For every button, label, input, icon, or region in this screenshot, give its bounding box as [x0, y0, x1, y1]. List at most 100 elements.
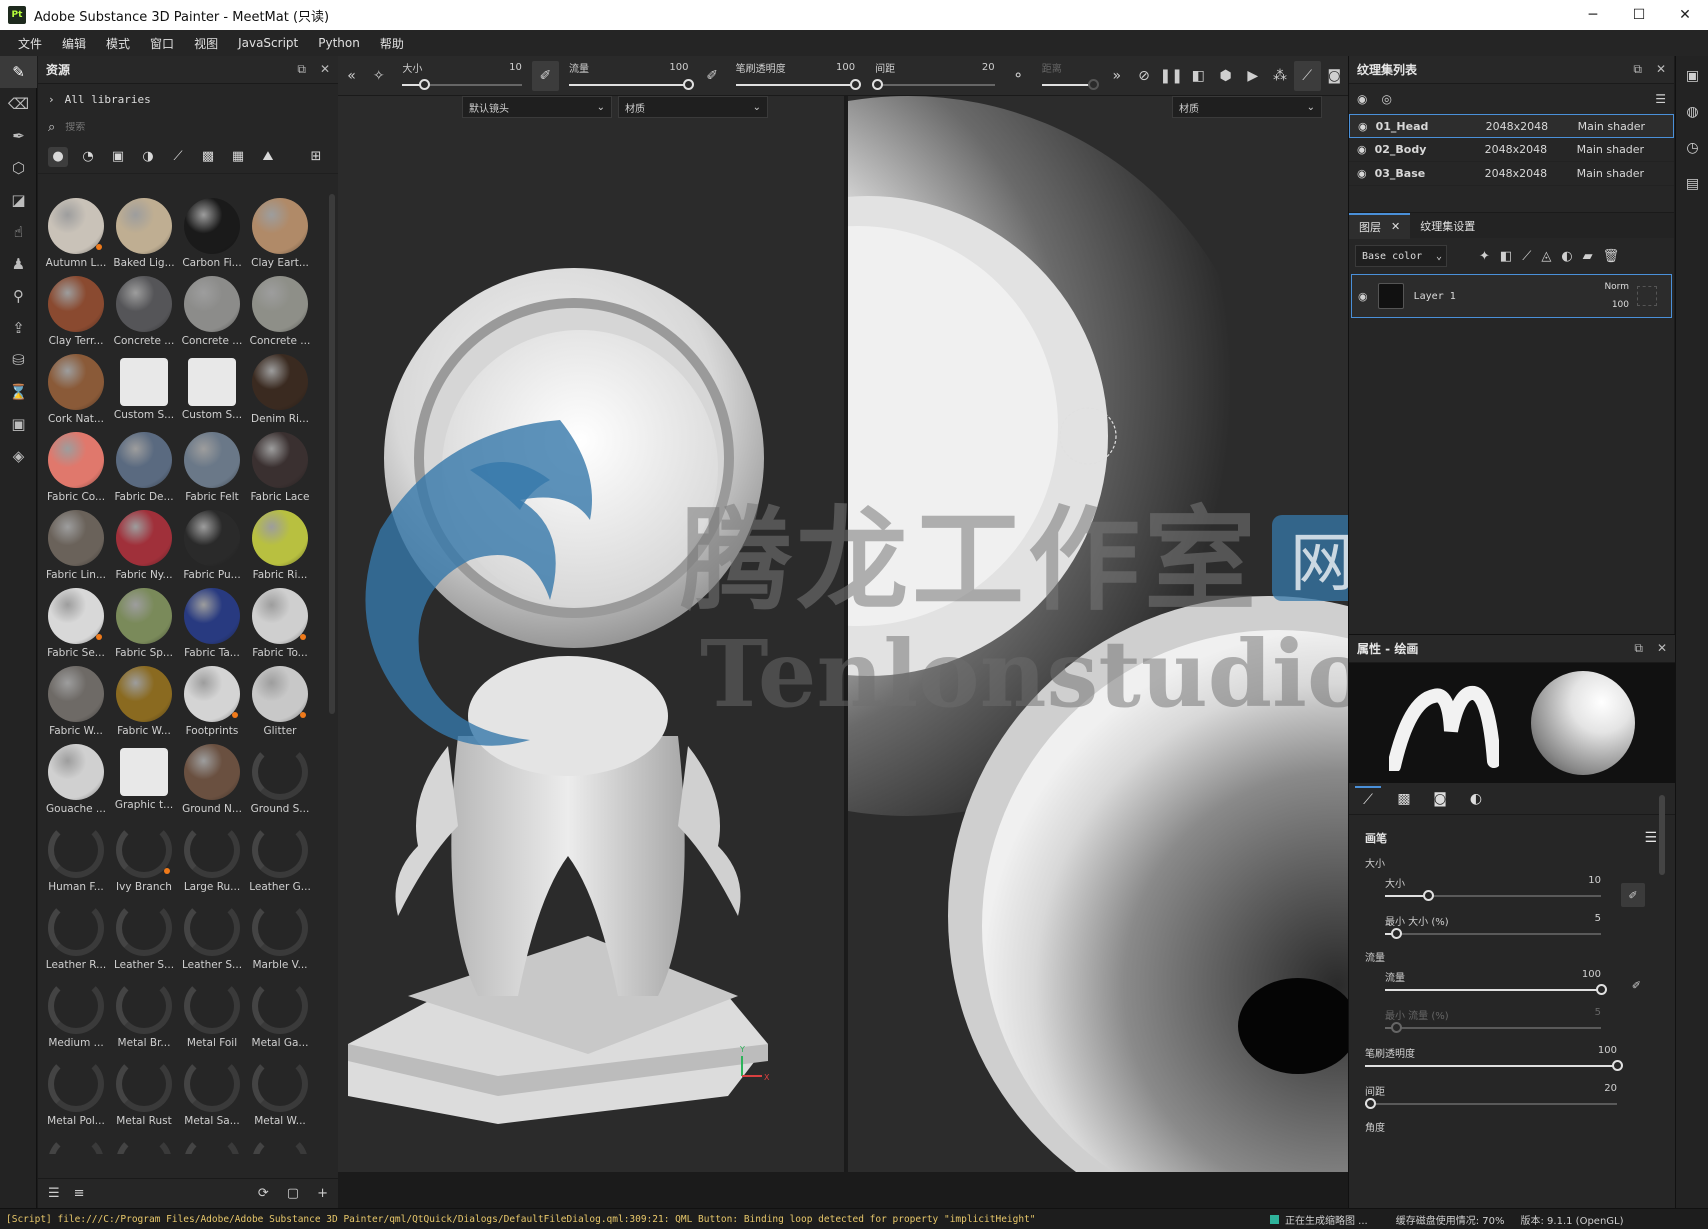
- clone-stamp-icon[interactable]: ♟: [0, 248, 37, 280]
- tab-layers[interactable]: 图层 ✕: [1349, 212, 1411, 239]
- toolbar-distance-slider[interactable]: 距离: [1038, 58, 1100, 94]
- asset-item[interactable]: Fabric Felt: [178, 428, 246, 506]
- asset-item[interactable]: Human F...: [42, 818, 110, 896]
- textures-filter-icon[interactable]: ▦: [228, 147, 248, 167]
- add-paint-layer-icon[interactable]: ⟋: [1522, 249, 1531, 264]
- asset-item[interactable]: Leather S...: [178, 896, 246, 974]
- layer-name[interactable]: Layer 1: [1414, 291, 1456, 302]
- menu-javascript[interactable]: JavaScript: [228, 36, 308, 50]
- texture-set-row[interactable]: ◉ 02_Body 2048x2048 Main shader: [1349, 138, 1674, 162]
- alpha-tab-icon[interactable]: ▩: [1391, 786, 1417, 812]
- asset-item[interactable]: Carbon Fi...: [178, 194, 246, 272]
- layer-mask-slot[interactable]: [1637, 286, 1657, 306]
- asset-item[interactable]: Cork Nat...: [42, 350, 110, 428]
- eye-icon[interactable]: ◉: [1357, 167, 1367, 180]
- smart-materials-filter-icon[interactable]: ◔: [78, 147, 98, 167]
- asset-item[interactable]: Fabric Lace: [246, 428, 314, 506]
- viewport-3d[interactable]: 默认镜头 ⌄ 材质 ⌄ Y X: [338, 96, 846, 1172]
- toolbar-opacity-slider[interactable]: 笔刷透明度 100: [732, 58, 862, 94]
- texture-set-shader[interactable]: Main shader: [1577, 143, 1644, 156]
- library-selector[interactable]: All libraries: [65, 93, 151, 106]
- asset-item[interactable]: Leather G...: [246, 818, 314, 896]
- masks-filter-icon[interactable]: ▣: [108, 147, 128, 167]
- grid-view-icon[interactable]: ⊞: [306, 147, 326, 167]
- brush-spacing-slider[interactable]: 间距 20: [1365, 1079, 1637, 1117]
- asset-item[interactable]: Glitter: [246, 662, 314, 740]
- texture-set-row[interactable]: ◉ 01_Head 2048x2048 Main shader: [1349, 114, 1674, 138]
- texture-set-row[interactable]: ◉ 03_Base 2048x2048 Main shader: [1349, 162, 1674, 186]
- visibility-all-icon[interactable]: ◉: [1357, 92, 1367, 106]
- layer-visibility-icon[interactable]: ◉: [1358, 290, 1368, 303]
- close-panel-icon[interactable]: ✕: [1657, 641, 1667, 656]
- asset-item[interactable]: Marble V...: [246, 896, 314, 974]
- smart-masks-filter-icon[interactable]: ◑: [138, 147, 158, 167]
- tab-texture-set-settings[interactable]: 纹理集设置: [1410, 213, 1485, 239]
- add-icon[interactable]: +: [317, 1186, 328, 1201]
- chevron-right-icon[interactable]: ›: [48, 93, 55, 106]
- collapse-left-icon[interactable]: «: [338, 61, 365, 91]
- brush-presets-icon[interactable]: ✧: [365, 61, 392, 91]
- asset-item[interactable]: Clay Eart...: [246, 194, 314, 272]
- environments-filter-icon[interactable]: ⛰: [258, 147, 278, 167]
- right-channel-dropdown[interactable]: 材质 ⌄: [1172, 96, 1322, 118]
- polygon-fill-icon[interactable]: ◪: [0, 184, 37, 216]
- toolbar-size-slider[interactable]: 大小 10: [398, 58, 525, 94]
- texture-set-shader[interactable]: Main shader: [1578, 120, 1645, 133]
- asset-item[interactable]: Metal Ga...: [246, 974, 314, 1052]
- asset-item[interactable]: Fabric Ri...: [246, 506, 314, 584]
- asset-item[interactable]: Fabric De...: [110, 428, 178, 506]
- asset-item[interactable]: Fabric To...: [246, 584, 314, 662]
- brush-mode-icon[interactable]: ⟋: [1293, 60, 1321, 91]
- asset-item[interactable]: Large Ru...: [178, 818, 246, 896]
- new-folder-icon[interactable]: ▢: [287, 1186, 299, 1201]
- close-tab-icon[interactable]: ✕: [1391, 220, 1400, 233]
- asset-item[interactable]: Metal W...: [246, 1052, 314, 1130]
- refresh-icon[interactable]: ⟳: [258, 1186, 269, 1201]
- toolbar-spacing-slider[interactable]: 间距 20: [871, 58, 998, 94]
- eye-icon[interactable]: ◎: [1381, 92, 1391, 106]
- menu-python[interactable]: Python: [308, 36, 370, 50]
- asset-item[interactable]: Fabric Se...: [42, 584, 110, 662]
- asset-item[interactable]: Autumn L...: [42, 194, 110, 272]
- menu-icon[interactable]: ☰: [1655, 92, 1666, 106]
- texture-sets-icon[interactable]: ◈: [0, 440, 37, 472]
- asset-item[interactable]: [246, 1130, 314, 1154]
- shader-settings-icon[interactable]: ◍: [1676, 96, 1708, 128]
- alphas-filter-icon[interactable]: ▩: [198, 147, 218, 167]
- menu-file[interactable]: 文件: [8, 35, 52, 52]
- export-icon[interactable]: ⇪: [0, 312, 37, 344]
- layer-opacity[interactable]: 100: [1604, 296, 1629, 314]
- add-smart-layer-icon[interactable]: ◐: [1561, 249, 1572, 264]
- stencil-tab-icon[interactable]: ◙: [1427, 786, 1453, 812]
- minimize-button[interactable]: ─: [1570, 0, 1616, 30]
- brush-size-slider[interactable]: 大小 10 ✐: [1385, 871, 1645, 909]
- asset-item[interactable]: Ground N...: [178, 740, 246, 818]
- add-folder-icon[interactable]: ▰: [1583, 249, 1593, 264]
- menu-icon[interactable]: ☰: [1644, 830, 1657, 846]
- menu-view[interactable]: 视图: [184, 35, 228, 52]
- projection-icon[interactable]: ✒: [0, 120, 37, 152]
- asset-item[interactable]: Medium ...: [42, 974, 110, 1052]
- asset-item[interactable]: Fabric W...: [42, 662, 110, 740]
- channel-dropdown[interactable]: Base color ⌄: [1355, 245, 1447, 267]
- asset-item[interactable]: Metal Pol...: [42, 1052, 110, 1130]
- asset-item[interactable]: Graphic t...: [110, 740, 178, 818]
- blend-mode[interactable]: Norm: [1604, 278, 1629, 296]
- pen-pressure-icon[interactable]: ✐: [1621, 883, 1645, 907]
- add-effect-icon[interactable]: ✦: [1479, 249, 1490, 264]
- asset-item[interactable]: Gouache ...: [42, 740, 110, 818]
- symmetry-off-icon[interactable]: ⊘: [1130, 61, 1157, 91]
- add-fill-layer-icon[interactable]: ◬: [1541, 249, 1551, 264]
- asset-item[interactable]: Concrete ...: [178, 272, 246, 350]
- pen-pressure-icon[interactable]: ✐: [531, 60, 560, 91]
- viewport-2d[interactable]: 材质 ⌄: [848, 96, 1348, 1172]
- asset-item[interactable]: [178, 1130, 246, 1154]
- min-size-slider[interactable]: 最小 大小 (%) 5: [1385, 909, 1621, 947]
- asset-item[interactable]: Denim Ri...: [246, 350, 314, 428]
- eraser-icon[interactable]: ⌫: [0, 88, 37, 120]
- asset-item[interactable]: Fabric Ny...: [110, 506, 178, 584]
- undock-icon[interactable]: ⧉: [297, 62, 306, 77]
- pause-icon[interactable]: ❚❚: [1158, 61, 1185, 91]
- split-view-icon[interactable]: ◧: [1185, 61, 1212, 91]
- min-flow-slider[interactable]: 最小 流量 (%) 5: [1385, 1003, 1621, 1041]
